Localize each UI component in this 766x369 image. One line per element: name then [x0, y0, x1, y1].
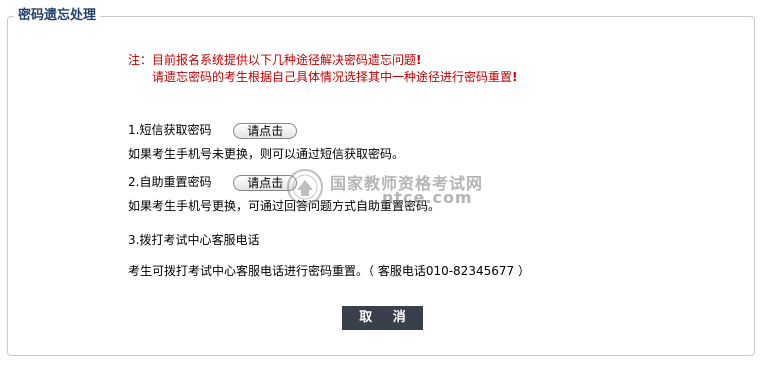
self-reset-click-button[interactable]: 请点击 — [233, 174, 298, 191]
notice-line-2: 请遗忘密码的考生根据自己具体情况选择其中一种途径进行密码重置 — [152, 70, 513, 84]
option-hotline-desc: 考生可拨打考试中心客服电话进行密码重置。（ 客服电话010-82345677 ） — [128, 264, 530, 278]
option-hotline-label: 3.拨打考试中心客服电话 — [128, 233, 260, 247]
option-self-reset: 2.自助重置密码 请点击 — [128, 173, 298, 191]
option-self-reset-label: 2.自助重置密码 — [128, 175, 212, 189]
cancel-button[interactable]: 取 消 — [342, 306, 423, 330]
option-sms-desc: 如果考生手机号未更换，则可以通过短信获取密码。 — [128, 147, 405, 161]
notice-mark-2: ! — [512, 70, 518, 84]
notice-line-1: 注：目前报名系统提供以下几种途径解决密码遗忘问题 — [128, 53, 417, 67]
option-sms-label: 1.短信获取密码 — [128, 123, 212, 137]
sms-click-button[interactable]: 请点击 — [233, 122, 298, 139]
option-self-reset-desc: 如果考生手机号更换，可通过回答问题方式自助重置密码。 — [128, 199, 441, 213]
notice-mark-1: ! — [416, 53, 422, 67]
notice: 注：目前报名系统提供以下几种途径解决密码遗忘问题! 请遗忘密码的考生根据自己具体… — [128, 52, 518, 86]
option-sms: 1.短信获取密码 请点击 — [128, 121, 298, 139]
panel-title: 密码遗忘处理 — [14, 7, 101, 25]
